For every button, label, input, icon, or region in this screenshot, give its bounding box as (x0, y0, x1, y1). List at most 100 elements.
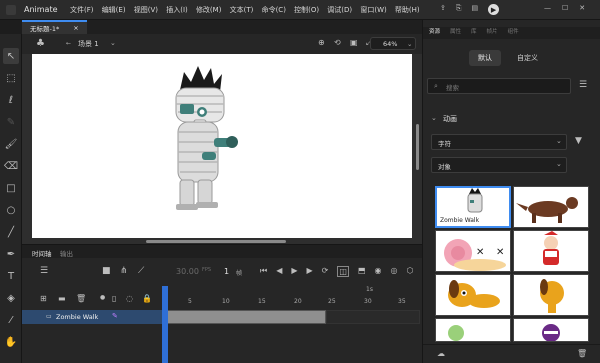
line-tool-icon[interactable]: ╱ (3, 224, 19, 240)
edit-multiple-frames-icon[interactable]: ⬒ (358, 266, 366, 277)
menu-modify[interactable]: 修改(M) (196, 5, 222, 15)
first-frame-icon[interactable]: ⏮ (260, 266, 267, 277)
asset-thumb-santa[interactable] (513, 230, 589, 272)
menu-debug[interactable]: 调试(D) (327, 5, 352, 15)
delete-layer-icon[interactable]: 🗑 (76, 294, 86, 303)
layer-row[interactable]: ▭ Zombie Walk ✎ (22, 310, 162, 324)
asset-thumb-wolf[interactable] (513, 186, 589, 228)
asset-thumb-dog-2[interactable] (513, 274, 589, 316)
asset-warp-tool-icon[interactable]: ✎ (3, 114, 19, 130)
text-tool-icon[interactable]: T (3, 268, 19, 284)
play-icon[interactable]: ▶ (488, 4, 500, 15)
stage-vertical-scrollbar[interactable] (416, 124, 419, 170)
menu-text[interactable]: 文本(T) (230, 5, 254, 15)
camera-icon[interactable]: ■ (102, 266, 111, 276)
loop-icon[interactable]: ⟳ (322, 266, 329, 277)
stage-canvas[interactable] (32, 54, 412, 238)
document-tab[interactable]: 无标题-1* × (22, 20, 87, 34)
frame-ruler[interactable]: 1s 5 10 15 20 25 30 35 (162, 286, 420, 310)
zombie-walk-character[interactable] (158, 60, 248, 212)
menu-window[interactable]: 窗口(W) (360, 5, 386, 15)
free-transform-tool-icon[interactable]: ⬚ (3, 70, 19, 86)
stage-horizontal-scrollbar[interactable] (146, 240, 286, 243)
layers-icon[interactable]: ☰ (40, 266, 48, 276)
graph-icon[interactable]: ⟋ (138, 266, 144, 276)
tab-components[interactable]: 组件 (508, 27, 519, 39)
share-icon[interactable]: ⎘ (456, 4, 462, 15)
playhead[interactable] (162, 286, 168, 363)
list-view-icon[interactable]: ☰ (579, 80, 587, 90)
paint-bucket-tool-icon[interactable]: ◈ (3, 290, 19, 306)
eraser-tool-icon[interactable]: ⌫ (3, 158, 19, 174)
tween-icon[interactable]: ⬡ (406, 266, 413, 277)
brush-tool-icon[interactable]: 🖌 (3, 136, 19, 152)
oval-tool-icon[interactable]: ○ (3, 202, 19, 218)
asset-thumb-snail[interactable]: ✕ ✕ (435, 230, 511, 272)
segment-custom[interactable]: 自定义 (517, 53, 538, 63)
search-input[interactable]: ⌕ 搜索 (427, 78, 571, 94)
trash-icon[interactable]: 🗑 (577, 349, 587, 358)
segment-default[interactable]: 默认 (469, 50, 501, 66)
scene-dropdown-icon[interactable]: ⌄ (110, 39, 116, 47)
filter-object-select[interactable]: 对象 ⌄ (431, 157, 567, 173)
add-layer-icon[interactable]: ⊞ (40, 294, 47, 303)
timeline-tab[interactable]: 时间轴 (32, 248, 52, 258)
current-frame[interactable]: 1 (224, 267, 229, 276)
prev-frame-icon[interactable]: ◀ (276, 266, 282, 277)
asset-thumb-zombie-walk[interactable]: Zombie Walk (435, 186, 511, 228)
zoom-select[interactable]: 64% ⌄ (370, 37, 416, 50)
pen-tool-icon[interactable]: ✒ (3, 246, 19, 262)
rotate-icon[interactable]: ⟲ (334, 38, 341, 47)
clip-canvas-icon[interactable]: ▣ (350, 38, 358, 47)
outline-icon[interactable]: ▯ (112, 294, 116, 303)
category-label[interactable]: 动画 (443, 114, 457, 124)
menu-file[interactable]: 文件(F) (70, 5, 94, 15)
rectangle-tool-icon[interactable]: □ (3, 180, 19, 196)
eyedropper-tool-icon[interactable]: ⁄ (3, 312, 19, 328)
center-stage-icon[interactable]: ⊕ (318, 38, 325, 47)
filter-icon[interactable]: ▼ (575, 136, 582, 146)
empty-frames[interactable] (326, 310, 420, 324)
menu-control[interactable]: 控制(O) (294, 5, 319, 15)
fps-value[interactable]: 30.00 (176, 267, 199, 276)
close-window-icon[interactable]: ✕ (579, 4, 585, 12)
onion-skin-icon[interactable]: ◫ (337, 266, 349, 277)
hand-tool-icon[interactable]: ✋ (3, 334, 19, 350)
menu-view[interactable]: 视图(V) (134, 5, 158, 15)
scene-label[interactable]: 场景 1 (78, 39, 99, 49)
tab-properties[interactable]: 属性 (450, 27, 461, 39)
menu-edit[interactable]: 编辑(E) (102, 5, 126, 15)
asset-thumb-item-7[interactable] (435, 318, 511, 342)
edit-symbols-icon[interactable]: ♣ (36, 38, 45, 49)
tab-assets[interactable]: 资源 (429, 27, 440, 39)
tab-frames[interactable]: 帧片 (487, 27, 498, 39)
parenting-icon[interactable]: ⋔ (120, 266, 128, 276)
workspace-icon[interactable]: ⇪ (440, 4, 446, 15)
cloud-icon[interactable]: ☁ (437, 349, 445, 358)
frame-span[interactable] (162, 310, 326, 324)
add-folder-icon[interactable]: ▬ (58, 294, 66, 303)
maximize-icon[interactable]: ☐ (562, 4, 568, 12)
menu-insert[interactable]: 插入(I) (166, 5, 188, 15)
visibility-icon[interactable]: ◌ (126, 294, 133, 303)
menu-commands[interactable]: 命令(C) (262, 5, 286, 15)
minimize-icon[interactable]: — (544, 4, 551, 12)
asset-thumb-ninja[interactable] (513, 318, 589, 342)
filter-character-select[interactable]: 字符 ⌄ (431, 134, 567, 150)
asset-thumb-dog-1[interactable] (435, 274, 511, 316)
tab-library[interactable]: 库 (471, 27, 477, 39)
lasso-tool-icon[interactable]: ℓ (3, 92, 19, 108)
selection-tool-icon[interactable]: ↖ (3, 48, 19, 64)
back-arrow-icon[interactable]: ← (66, 40, 71, 47)
play-timeline-icon[interactable]: ▶ (291, 266, 297, 277)
category-chevron-icon[interactable]: ⌄ (431, 114, 437, 122)
lock-icon[interactable]: 🔒 (142, 294, 152, 303)
output-tab[interactable]: 输出 (60, 248, 73, 258)
close-tab-icon[interactable]: × (73, 24, 78, 32)
insert-keyframe-icon[interactable]: ◉ (375, 266, 382, 277)
highlight-layer-icon[interactable]: ● (100, 294, 105, 301)
next-frame-icon[interactable]: ▶ (307, 266, 313, 277)
pencil-icon[interactable]: ✎ (112, 312, 118, 320)
clear-keyframe-icon[interactable]: ◎ (390, 266, 397, 277)
menu-help[interactable]: 帮助(H) (395, 5, 420, 15)
